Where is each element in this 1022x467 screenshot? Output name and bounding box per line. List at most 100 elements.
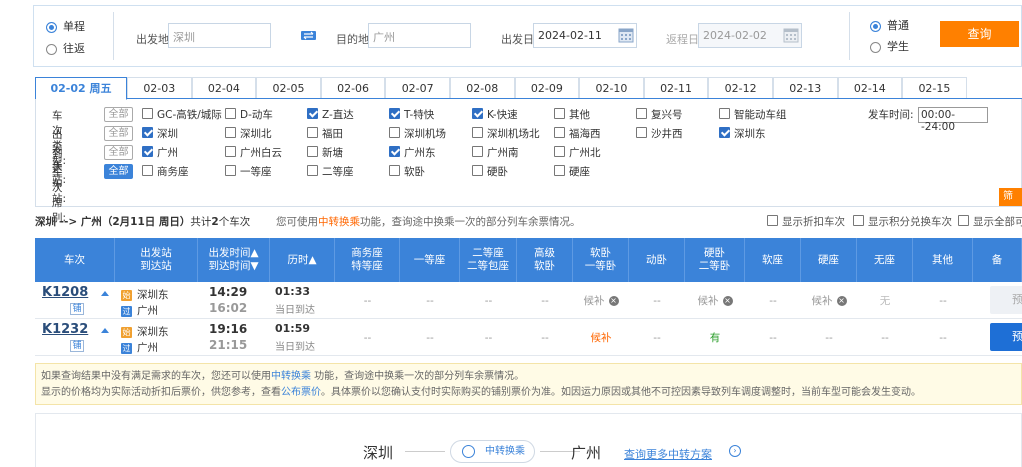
from-input[interactable]: 深圳 xyxy=(168,23,271,48)
filter-option[interactable]: 沙井西 xyxy=(636,126,683,141)
filter-option-label: 深圳东 xyxy=(734,128,766,140)
filter-option[interactable]: K-快速 xyxy=(472,107,518,122)
filter-option[interactable]: 新塘 xyxy=(307,145,343,160)
all-toggle[interactable]: 全部 xyxy=(104,164,133,179)
filter-option[interactable]: 广州 xyxy=(142,145,178,160)
date-tab[interactable]: 02-15 xyxy=(902,77,967,98)
depart-station: 始深圳东 xyxy=(121,324,169,339)
filter-option[interactable]: 硬座 xyxy=(554,164,590,179)
filter-option[interactable]: 深圳机场 xyxy=(389,126,446,141)
column-header: 出发站 到达站 xyxy=(115,238,198,282)
seat-availability: -- xyxy=(363,294,372,307)
checkbox-icon xyxy=(472,108,483,119)
seat-cell: -- xyxy=(460,319,517,356)
seat-cell[interactable]: 候补 × xyxy=(685,282,745,319)
filter-option[interactable]: 深圳北 xyxy=(225,126,272,141)
filter-option-label: 深圳 xyxy=(157,128,178,140)
depart-time-select[interactable]: 00:00--24:00 xyxy=(918,107,988,133)
column-header[interactable]: 出发时间▲ 到达时间▼ xyxy=(198,238,270,282)
seat-cell[interactable]: 候补 xyxy=(573,319,629,356)
seat-cell[interactable]: 有 xyxy=(685,319,745,356)
date-tab[interactable]: 02-09 xyxy=(514,77,580,98)
filter-button[interactable]: 筛选 xyxy=(999,188,1022,206)
filter-option[interactable]: 深圳东 xyxy=(719,126,766,141)
filter-option[interactable]: 广州北 xyxy=(554,145,601,160)
filter-option[interactable]: 广州白云 xyxy=(225,145,282,160)
date-tab[interactable]: 02-11 xyxy=(643,77,709,98)
to-input[interactable]: 广州 xyxy=(368,23,471,48)
filter-option[interactable]: T-特快 xyxy=(389,107,434,122)
filter-option[interactable]: 硬卧 xyxy=(472,164,508,179)
expand-up-icon[interactable] xyxy=(101,328,109,333)
checkbox-icon xyxy=(472,165,483,176)
expand-up-icon[interactable] xyxy=(101,291,109,296)
date-tab[interactable]: 02-04 xyxy=(191,77,257,98)
swap-icon[interactable] xyxy=(301,30,316,41)
filter-option-label: T-特快 xyxy=(404,109,435,121)
seat-cell[interactable]: 候补 × xyxy=(573,282,629,319)
filter-option[interactable]: 商务座 xyxy=(142,164,189,179)
train-number-link[interactable]: K1232 xyxy=(42,322,88,337)
date-tab[interactable]: 02-13 xyxy=(772,77,838,98)
show-points-checkbox[interactable]: 显示积分兑换车次 xyxy=(853,214,952,229)
column-header-label: 软卧 xyxy=(590,247,611,259)
filter-option[interactable]: 深圳 xyxy=(142,126,178,141)
train-number-link[interactable]: K1208 xyxy=(42,285,88,300)
show-all-checkbox[interactable]: 显示全部可 xyxy=(958,214,1022,229)
seat-availability: -- xyxy=(426,294,434,307)
show-discount-checkbox[interactable]: 显示折扣车次 xyxy=(767,214,845,229)
column-header: 动卧 xyxy=(629,238,685,282)
calendar-icon[interactable] xyxy=(618,27,634,43)
published-fare-link[interactable]: 公布票价 xyxy=(281,387,321,398)
calendar-icon[interactable] xyxy=(783,27,799,43)
filter-option[interactable]: 广州南 xyxy=(472,145,519,160)
filter-option[interactable]: 复兴号 xyxy=(636,107,683,122)
book-button[interactable]: 预 xyxy=(990,286,1022,314)
seat-cell: -- xyxy=(857,319,913,356)
seat-cell: -- xyxy=(335,319,400,356)
filter-option[interactable]: 其他 xyxy=(554,107,590,122)
query-button[interactable]: 查询 xyxy=(940,21,1019,47)
book-button[interactable]: 预 xyxy=(990,323,1022,351)
filter-option[interactable]: 福田 xyxy=(307,126,343,141)
filter-option[interactable]: 软卧 xyxy=(389,164,425,179)
date-tab[interactable]: 02-12 xyxy=(708,77,773,98)
type-normal-radio[interactable]: 普通 xyxy=(870,17,909,33)
filter-option[interactable]: 广州东 xyxy=(389,145,436,160)
filter-option[interactable]: D-动车 xyxy=(225,107,273,122)
all-toggle[interactable]: 全部 xyxy=(104,145,133,160)
seat-availability: -- xyxy=(939,294,947,307)
all-toggle[interactable]: 全部 xyxy=(104,107,133,122)
column-header-sublabel: 二等卧 xyxy=(698,260,731,272)
checkbox-icon xyxy=(307,127,318,138)
filter-option[interactable]: Z-直达 xyxy=(307,107,354,122)
filter-option[interactable]: 智能动车组 xyxy=(719,107,787,122)
date-tab[interactable]: 02-10 xyxy=(579,77,644,98)
seat-availability: -- xyxy=(484,331,493,344)
transfer-link[interactable]: 中转换乘 xyxy=(318,216,360,228)
more-transfer-link[interactable]: 查询更多中转方案 xyxy=(624,446,712,462)
depart-time: 19:16 xyxy=(209,322,248,336)
filter-option[interactable]: GC-高铁/城际 xyxy=(142,107,222,122)
filter-option-label: 深圳北 xyxy=(240,128,272,140)
transfer-button[interactable]: 中转换乘 xyxy=(450,440,535,463)
date-tab[interactable]: 02-03 xyxy=(127,77,192,98)
transfer-link[interactable]: 中转换乘 xyxy=(271,371,311,382)
trip-oneway-radio[interactable]: 单程 xyxy=(46,18,85,34)
column-header[interactable]: 历时▲ xyxy=(270,238,335,282)
all-toggle[interactable]: 全部 xyxy=(104,126,133,141)
date-tab[interactable]: 02-14 xyxy=(837,77,903,98)
date-tab[interactable]: 02-07 xyxy=(385,77,450,98)
date-tab[interactable]: 02-05 xyxy=(256,77,321,98)
date-tab[interactable]: 02-06 xyxy=(320,77,386,98)
type-student-radio[interactable]: 学生 xyxy=(870,38,909,54)
trip-round-radio[interactable]: 往返 xyxy=(46,40,85,56)
filter-option[interactable]: 二等座 xyxy=(307,164,354,179)
date-tab[interactable]: 02-08 xyxy=(449,77,515,98)
filter-option[interactable]: 一等座 xyxy=(225,164,272,179)
filter-option[interactable]: 深圳机场北 xyxy=(472,126,540,141)
filter-option[interactable]: 福海西 xyxy=(554,126,601,141)
chevron-right-icon[interactable]: › xyxy=(729,445,741,457)
seat-cell[interactable]: 候补 × xyxy=(801,282,857,319)
date-tab[interactable]: 02-02 周五 xyxy=(35,77,127,100)
